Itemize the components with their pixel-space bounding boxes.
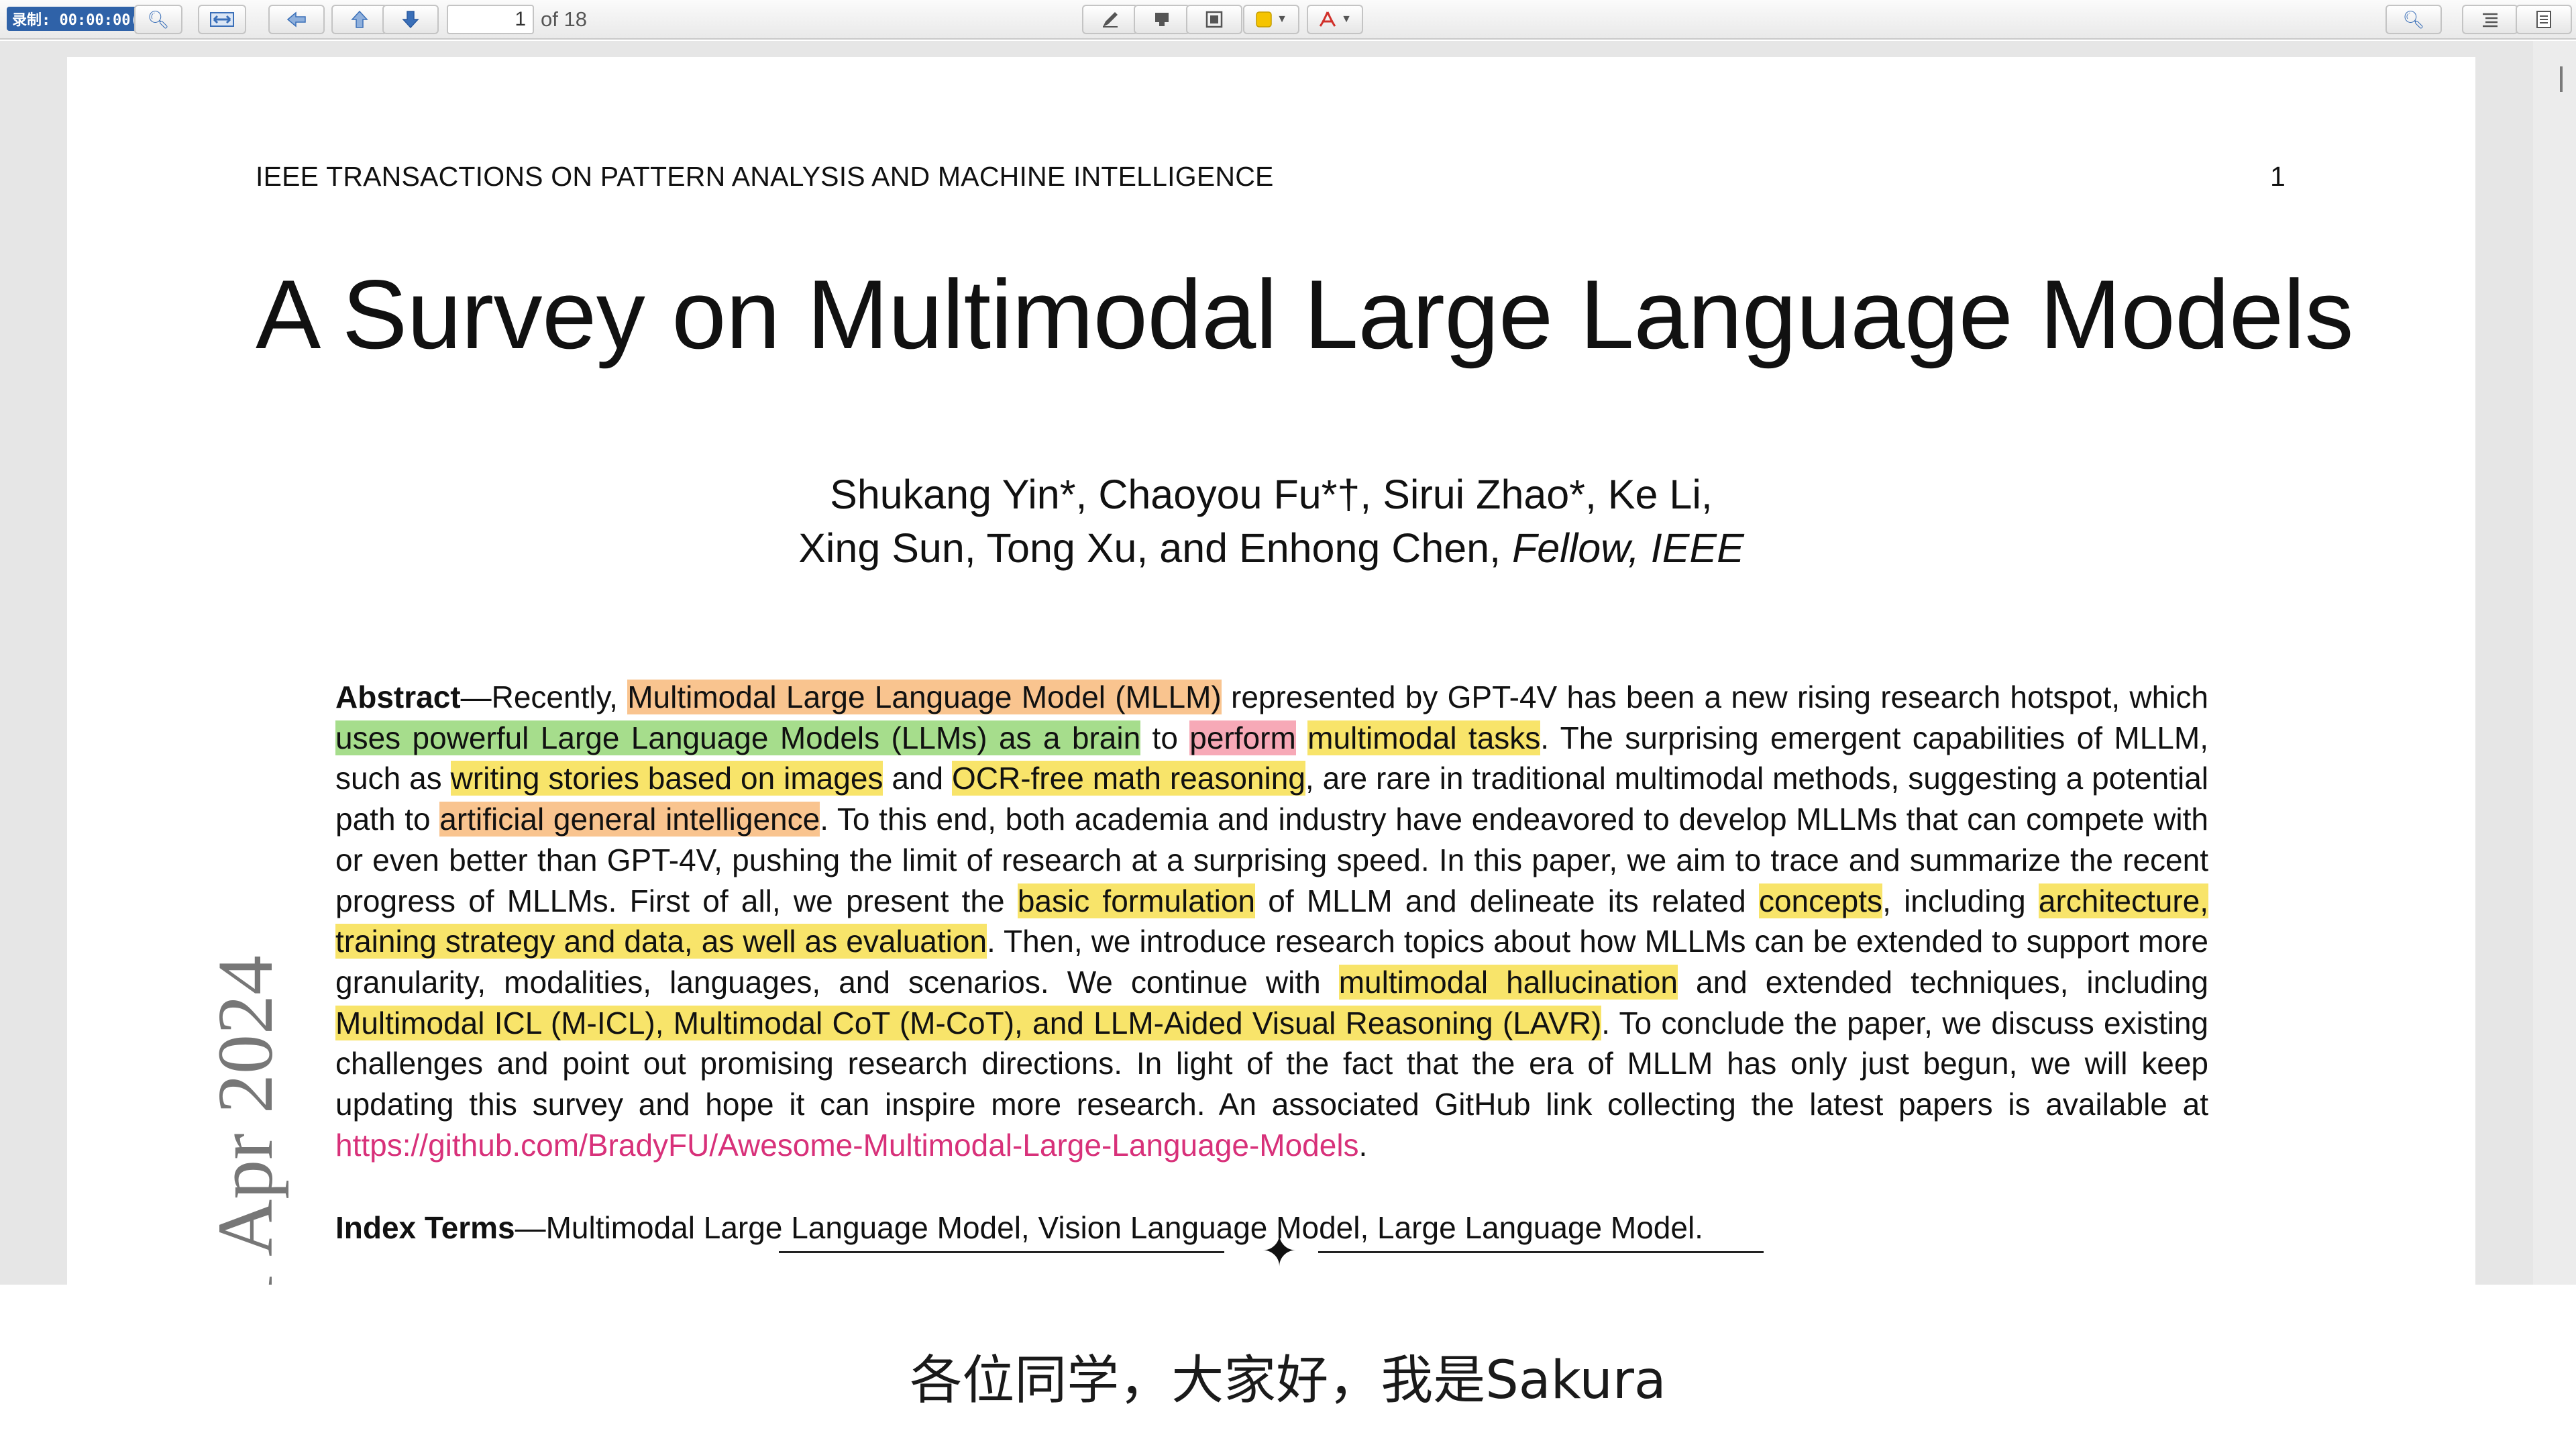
next-page-icon xyxy=(402,11,419,29)
abstract-text: and extended techniques, including xyxy=(1677,964,2208,1000)
select-area-button[interactable] xyxy=(1186,5,1242,34)
paper-title: A Survey on Multimodal Large Language Mo… xyxy=(256,260,2354,369)
highlight: Multimodal ICL (M-ICL), Multimodal CoT (… xyxy=(335,1005,1602,1040)
pdf-sign-dropdown[interactable]: ▼ xyxy=(1307,5,1363,34)
highlight: basic formulation xyxy=(1017,883,1255,918)
page-total-label: of 18 xyxy=(541,7,587,31)
panel-icon xyxy=(2536,11,2551,28)
abstract-text: represented by GPT-4V has been a new ris… xyxy=(1221,680,2208,714)
side-panel-button[interactable] xyxy=(2516,5,2572,34)
back-icon xyxy=(286,11,306,28)
authors-line-2: Xing Sun, Tong Xu, and Enhong Chen, Fell… xyxy=(67,525,2475,572)
page-number-input[interactable]: 1 xyxy=(447,5,534,34)
highlight: artificial general intelligence xyxy=(439,802,820,837)
abstract: Abstract—Recently, Multimodal Large Lang… xyxy=(335,677,2209,1165)
highlight-color-icon xyxy=(1256,11,1272,28)
outline-icon xyxy=(2483,13,2498,28)
highlight: writing stories based on images xyxy=(450,761,883,796)
highlight: OCR-free math reasoning xyxy=(951,761,1305,796)
stamp-tool-button[interactable] xyxy=(1134,5,1190,34)
stamp-icon xyxy=(1155,13,1169,26)
back-button[interactable] xyxy=(268,5,325,34)
journal-header: IEEE TRANSACTIONS ON PATTERN ANALYSIS AN… xyxy=(256,161,1274,192)
abstract-text: , including xyxy=(1882,883,2039,918)
divider-line xyxy=(1318,1251,1764,1253)
abstract-text: —Recently, xyxy=(460,680,628,714)
highlight: concepts xyxy=(1758,883,1883,918)
pen-tool-button[interactable] xyxy=(1082,5,1138,34)
highlight-color-dropdown[interactable]: ▼ xyxy=(1243,5,1299,34)
chevron-down-icon: ▼ xyxy=(1277,13,1287,25)
index-terms: Index Terms—Multimodal Large Language Mo… xyxy=(335,1210,1703,1246)
zoom-button[interactable]: 🔍︎ xyxy=(134,5,182,34)
abstract-text: of MLLM and delineate its related xyxy=(1255,883,1759,918)
page-number: 1 xyxy=(2270,161,2286,192)
abstract-text: . xyxy=(1358,1127,1368,1163)
fit-width-icon xyxy=(210,12,234,27)
prev-page-button[interactable] xyxy=(331,5,388,34)
toolbar: 录制: 00:00:00(ⅢⅢ) 🔍︎ 1 of 18 ▼ ▼ 🔍︎ xyxy=(0,0,2576,40)
highlight: uses powerful Large Language Models (LLM… xyxy=(335,720,1141,755)
abstract-label: Abstract xyxy=(335,680,461,714)
authors-names: Xing Sun, Tong Xu, and Enhong Chen, xyxy=(798,525,1501,571)
github-link[interactable]: https://github.com/BradyFU/Awesome-Multi… xyxy=(335,1128,1359,1163)
highlight: Multimodal Large Language Model (MLLM) xyxy=(627,680,1222,714)
video-subtitle: 各位同学，大家好，我是Sakura xyxy=(910,1350,1666,1411)
highlight: multimodal hallucination xyxy=(1338,964,1678,1000)
arxiv-date-stamp: 1 Apr 2024 xyxy=(201,955,289,1311)
abstract-text: and xyxy=(883,761,952,796)
outline-button[interactable] xyxy=(2462,5,2518,34)
prev-page-icon xyxy=(351,10,368,28)
divider-star-icon: ✦ xyxy=(1261,1227,1297,1275)
authors-line-1: Shukang Yin*, Chaoyou Fu*†, Sirui Zhao*,… xyxy=(830,472,1713,517)
select-area-icon xyxy=(1205,11,1223,28)
divider-line xyxy=(779,1251,1224,1253)
abstract-text xyxy=(1296,720,1307,755)
pdf-sign-icon xyxy=(1319,11,1336,27)
zoom-icon: 🔍︎ xyxy=(147,9,170,30)
abstract-text: to xyxy=(1140,720,1190,755)
scrollbar-thumb[interactable] xyxy=(2560,66,2563,92)
index-terms-label: Index Terms xyxy=(335,1210,515,1245)
vertical-scrollbar[interactable] xyxy=(2533,41,2576,1285)
chevron-down-icon: ▼ xyxy=(1341,13,1352,25)
authors-affiliation: Fellow, IEEE xyxy=(1512,525,1744,571)
next-page-button[interactable] xyxy=(382,5,439,34)
highlight: multimodal tasks xyxy=(1307,720,1541,755)
document-viewer[interactable]: IEEE TRANSACTIONS ON PATTERN ANALYSIS AN… xyxy=(0,41,2576,1311)
highlight: perform xyxy=(1189,720,1296,755)
video-subtitle-area: 各位同学，大家好，我是Sakura xyxy=(0,1285,2576,1449)
pen-icon xyxy=(1103,12,1118,28)
fit-width-button[interactable] xyxy=(198,5,246,34)
index-terms-text: —Multimodal Large Language Model, Vision… xyxy=(515,1210,1703,1245)
pdf-page: IEEE TRANSACTIONS ON PATTERN ANALYSIS AN… xyxy=(67,57,2475,1311)
search-button[interactable]: 🔍︎ xyxy=(2385,5,2442,34)
search-icon: 🔍︎ xyxy=(2402,9,2425,30)
